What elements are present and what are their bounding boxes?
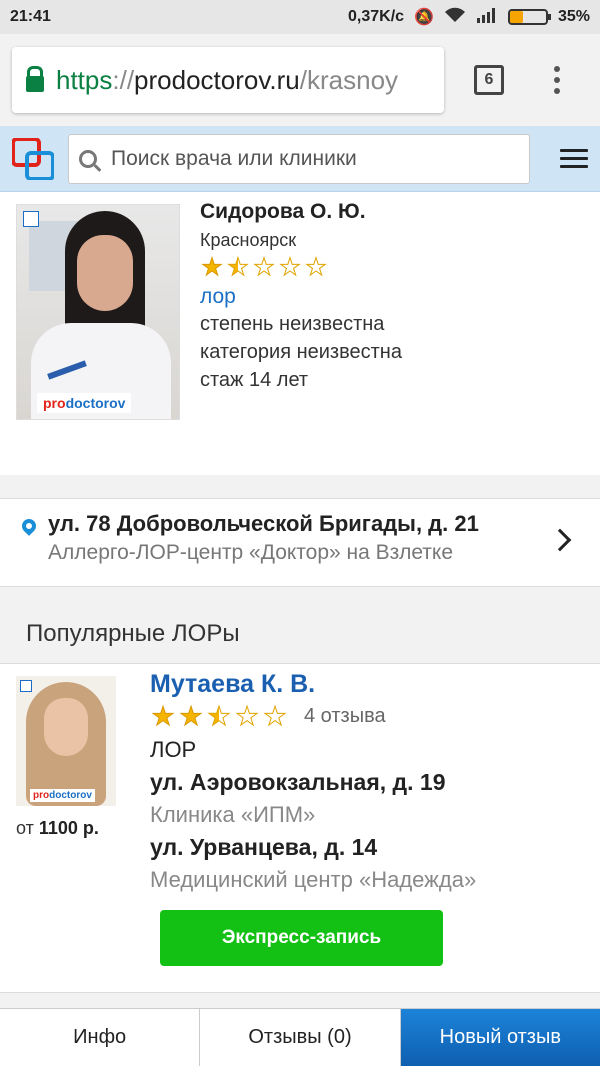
doctor-experience: стаж 14 лет bbox=[200, 369, 309, 391]
address-street: ул. 78 Добровольческой Бригады, д. 21 bbox=[48, 511, 479, 536]
site-header: Поиск врача или клиники bbox=[0, 126, 600, 192]
popular-doctor-info: Мутаева К. В. ★ ★ ★ ★ ★ 4 отзыва ЛОР ул. Аэр… bbox=[150, 670, 590, 893]
search-icon bbox=[79, 149, 97, 168]
popular-doctor-specialty: ЛОР bbox=[150, 737, 197, 762]
tab-new-review[interactable]: Новый отзыв bbox=[400, 1009, 600, 1066]
hamburger-menu-icon[interactable] bbox=[560, 149, 588, 168]
star-icon: ★ bbox=[179, 701, 203, 731]
url-host: prodoctorov.ru bbox=[134, 64, 300, 95]
address-clinic: Аллерго-ЛОР-центр «Доктор» на Взлетке bbox=[48, 541, 454, 564]
doctor-rating-stars: ★ ★ ★ ★ ★ bbox=[200, 254, 590, 281]
tab-switcher-button[interactable]: 6 bbox=[474, 65, 504, 95]
express-booking-button[interactable]: Экспресс-запись bbox=[160, 910, 443, 966]
doctor-category: категория неизвестна bbox=[200, 341, 402, 363]
star-icon: ★ bbox=[253, 254, 276, 281]
bottom-tab-bar: Инфо Отзывы (0) Новый отзыв bbox=[0, 1008, 600, 1066]
battery-icon bbox=[507, 9, 551, 25]
popular-doctor-name-link[interactable]: Мутаева К. В. bbox=[150, 670, 590, 699]
url-separator: :// bbox=[112, 64, 135, 95]
clock: 21:41 bbox=[10, 8, 51, 25]
watermark-logo-icon bbox=[23, 211, 39, 227]
doctor-name: Сидорова О. Ю. bbox=[200, 200, 366, 223]
url-path: /krasnoy bbox=[299, 64, 399, 95]
address-bar[interactable]: https://prodoctorov.ru/krasnoy bbox=[12, 47, 444, 113]
popular-section-title: Популярные ЛОРы bbox=[26, 620, 240, 647]
doctor-info: Сидорова О. Ю. Красноярск ★ ★ ★ ★ ★ лор степ… bbox=[200, 200, 590, 393]
browser-menu-icon[interactable] bbox=[554, 66, 560, 94]
photo-watermark: prodoctorov bbox=[30, 789, 95, 802]
network-speed: 0,37K/c bbox=[348, 8, 405, 25]
star-icon: ★ bbox=[207, 701, 231, 731]
watermark-logo-icon bbox=[20, 680, 32, 692]
popular-doctor-address-1: ул. Аэровокзальная, д. 19 bbox=[150, 769, 446, 795]
popular-doctor-card: prodoctorov от 1100 р. Мутаева К. В. ★ ★ ★… bbox=[0, 663, 600, 993]
photo-watermark: prodoctorov bbox=[37, 393, 132, 413]
battery-percent: 35% bbox=[557, 8, 590, 25]
bell-off-icon: 🔕 bbox=[414, 9, 434, 26]
reviews-count-link[interactable]: 4 отзыва bbox=[304, 705, 386, 728]
signal-icon bbox=[476, 7, 498, 28]
search-placeholder: Поиск врача или клиники bbox=[111, 146, 357, 170]
status-icons: 0,37K/c 🔕 35% bbox=[348, 7, 590, 28]
price: от 1100 р. bbox=[16, 818, 99, 838]
url-scheme: https bbox=[56, 64, 113, 95]
popular-doctor-address-2: ул. Урванцева, д. 14 bbox=[150, 834, 378, 860]
doctor-photo[interactable]: prodoctorov bbox=[16, 204, 180, 420]
popular-doctor-rating: ★ ★ ★ ★ ★ 4 отзыва bbox=[150, 701, 590, 731]
location-pin-icon bbox=[19, 516, 39, 536]
popular-doctor-clinic-1[interactable]: Клиника «ИПМ» bbox=[150, 802, 590, 828]
star-icon: ★ bbox=[263, 701, 287, 731]
lock-icon bbox=[26, 66, 44, 92]
popular-doctor-clinic-2[interactable]: Медицинский центр «Надежда» bbox=[150, 867, 590, 893]
clinic-address-row[interactable]: ул. 78 Добровольческой Бригады, д. 21 Ал… bbox=[0, 498, 600, 587]
tab-info[interactable]: Инфо bbox=[0, 1009, 201, 1066]
browser-toolbar: https://prodoctorov.ru/krasnoy 6 bbox=[0, 34, 600, 126]
status-bar: 21:41 0,37K/c 🔕 35% bbox=[0, 0, 600, 34]
doctor-specialty-link[interactable]: лор bbox=[200, 285, 590, 309]
doctor-degree: степень неизвестна bbox=[200, 313, 385, 335]
prodoctorov-logo-icon[interactable] bbox=[11, 136, 55, 181]
popular-doctor-photo[interactable]: prodoctorov bbox=[16, 676, 116, 806]
star-icon: ★ bbox=[305, 254, 328, 281]
star-icon: ★ bbox=[227, 254, 250, 281]
wifi-icon bbox=[444, 7, 466, 28]
tab-reviews[interactable]: Отзывы (0) bbox=[200, 1009, 401, 1066]
star-icon: ★ bbox=[235, 701, 259, 731]
doctor-profile-card: prodoctorov Сидорова О. Ю. Красноярск ★ ★… bbox=[0, 192, 600, 475]
star-icon: ★ bbox=[201, 254, 224, 281]
doctor-city: Красноярск bbox=[200, 230, 297, 250]
popular-doctor-rating-stars: ★ ★ ★ ★ ★ bbox=[150, 701, 288, 731]
search-input[interactable]: Поиск врача или клиники bbox=[68, 133, 530, 184]
star-icon: ★ bbox=[151, 701, 175, 731]
star-icon: ★ bbox=[279, 254, 302, 281]
